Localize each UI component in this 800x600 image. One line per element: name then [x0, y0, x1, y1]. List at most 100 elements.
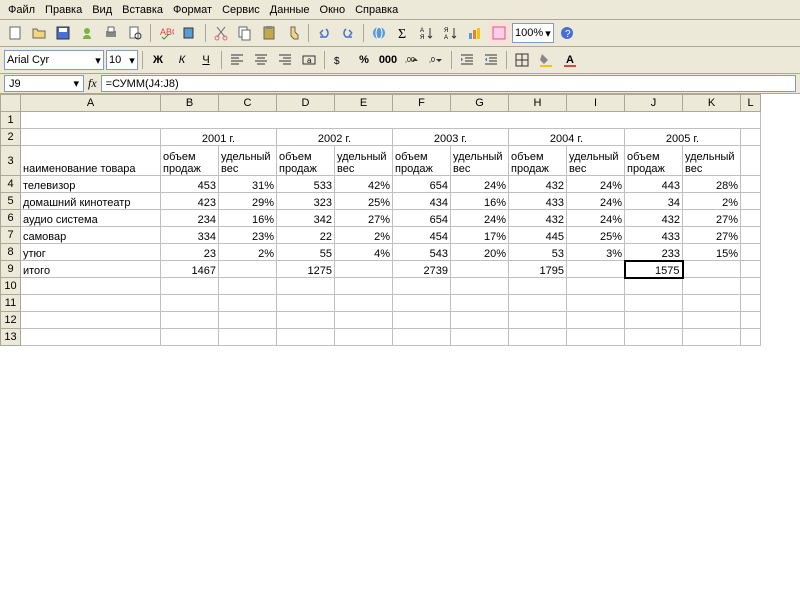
format-painter-icon[interactable]	[282, 22, 304, 44]
cell[interactable]: 23	[161, 244, 219, 261]
cell[interactable]	[21, 312, 161, 329]
cell[interactable]	[219, 329, 277, 346]
cell[interactable]	[451, 295, 509, 312]
sort-desc-icon[interactable]: ЯА	[440, 22, 462, 44]
cell[interactable]: 233	[625, 244, 683, 261]
cell[interactable]: 2005 г.	[625, 129, 741, 146]
cell[interactable]: 654	[393, 210, 451, 227]
cell[interactable]: 24%	[451, 210, 509, 227]
col-header[interactable]: A	[21, 95, 161, 112]
align-right-icon[interactable]	[274, 49, 296, 71]
col-header[interactable]: I	[567, 95, 625, 112]
cell[interactable]: 2%	[219, 244, 277, 261]
cell[interactable]	[393, 312, 451, 329]
percent-icon[interactable]: %	[353, 49, 375, 71]
cell[interactable]: 55	[277, 244, 335, 261]
cell[interactable]: 2001 г.	[161, 129, 277, 146]
borders-icon[interactable]	[511, 49, 533, 71]
cell[interactable]: 1467	[161, 261, 219, 278]
cell[interactable]: 29%	[219, 193, 277, 210]
cell[interactable]	[219, 278, 277, 295]
cell[interactable]: 533	[277, 176, 335, 193]
cell[interactable]	[393, 278, 451, 295]
row-header[interactable]: 1	[1, 112, 21, 129]
cell[interactable]	[741, 146, 761, 176]
cell[interactable]: 543	[393, 244, 451, 261]
cell[interactable]	[161, 312, 219, 329]
research-icon[interactable]	[179, 22, 201, 44]
comma-icon[interactable]: 000	[377, 49, 399, 71]
fx-icon[interactable]: fx	[88, 76, 97, 91]
cell[interactable]: объем продаж	[509, 146, 567, 176]
cell[interactable]: 443	[625, 176, 683, 193]
col-header[interactable]: F	[393, 95, 451, 112]
cell[interactable]: 2%	[335, 227, 393, 244]
cell[interactable]: 28%	[683, 176, 741, 193]
cell[interactable]: 234	[161, 210, 219, 227]
row-header[interactable]: 4	[1, 176, 21, 193]
cell[interactable]: 334	[161, 227, 219, 244]
cell[interactable]	[161, 295, 219, 312]
cell[interactable]: 2003 г.	[393, 129, 509, 146]
menu-insert[interactable]: Вставка	[122, 4, 163, 16]
cell[interactable]	[451, 261, 509, 278]
cell[interactable]	[683, 312, 741, 329]
cell[interactable]	[683, 295, 741, 312]
formula-input[interactable]: =СУММ(J4:J8)	[101, 75, 796, 92]
row-header[interactable]: 3	[1, 146, 21, 176]
cell[interactable]: объем продаж	[393, 146, 451, 176]
increase-decimal-icon[interactable]: ,00	[401, 49, 423, 71]
bold-icon[interactable]: Ж	[147, 49, 169, 71]
cell[interactable]	[219, 261, 277, 278]
cell[interactable]: 434	[393, 193, 451, 210]
cell[interactable]	[625, 312, 683, 329]
cell[interactable]: 53	[509, 244, 567, 261]
menu-help[interactable]: Справка	[355, 4, 398, 16]
decrease-decimal-icon[interactable]: ,0	[425, 49, 447, 71]
cell[interactable]: удельный вес	[683, 146, 741, 176]
cell[interactable]: 445	[509, 227, 567, 244]
cell[interactable]	[741, 329, 761, 346]
cell[interactable]	[509, 329, 567, 346]
cell[interactable]: 17%	[451, 227, 509, 244]
menu-edit[interactable]: Правка	[45, 4, 82, 16]
cell[interactable]	[219, 295, 277, 312]
print-icon[interactable]	[100, 22, 122, 44]
cell[interactable]	[567, 261, 625, 278]
row-header[interactable]: 10	[1, 278, 21, 295]
cell[interactable]: утюг	[21, 244, 161, 261]
cell[interactable]: итого	[21, 261, 161, 278]
cell[interactable]	[683, 278, 741, 295]
cell[interactable]: 2739	[393, 261, 451, 278]
cell[interactable]: аудио система	[21, 210, 161, 227]
select-all-corner[interactable]	[1, 95, 21, 112]
row-header[interactable]: 7	[1, 227, 21, 244]
cell[interactable]: 3%	[567, 244, 625, 261]
col-header[interactable]: D	[277, 95, 335, 112]
cell[interactable]: 323	[277, 193, 335, 210]
decrease-indent-icon[interactable]	[456, 49, 478, 71]
cell[interactable]: объем продаж	[161, 146, 219, 176]
cell[interactable]	[567, 329, 625, 346]
col-header[interactable]: J	[625, 95, 683, 112]
cell[interactable]	[741, 210, 761, 227]
cell[interactable]	[741, 295, 761, 312]
col-header[interactable]: E	[335, 95, 393, 112]
cell[interactable]: 432	[509, 176, 567, 193]
cell[interactable]	[567, 312, 625, 329]
row-header[interactable]: 11	[1, 295, 21, 312]
drawing-icon[interactable]	[488, 22, 510, 44]
merge-center-icon[interactable]: a	[298, 49, 320, 71]
cell[interactable]	[335, 295, 393, 312]
col-header[interactable]: H	[509, 95, 567, 112]
zoom-select[interactable]: ▾	[512, 23, 554, 43]
cell[interactable]	[509, 278, 567, 295]
open-icon[interactable]	[28, 22, 50, 44]
hyperlink-icon[interactable]	[368, 22, 390, 44]
fill-color-icon[interactable]	[535, 49, 557, 71]
cell[interactable]	[451, 278, 509, 295]
cell[interactable]	[277, 295, 335, 312]
cell[interactable]	[567, 278, 625, 295]
cell[interactable]: 454	[393, 227, 451, 244]
cell[interactable]	[335, 278, 393, 295]
